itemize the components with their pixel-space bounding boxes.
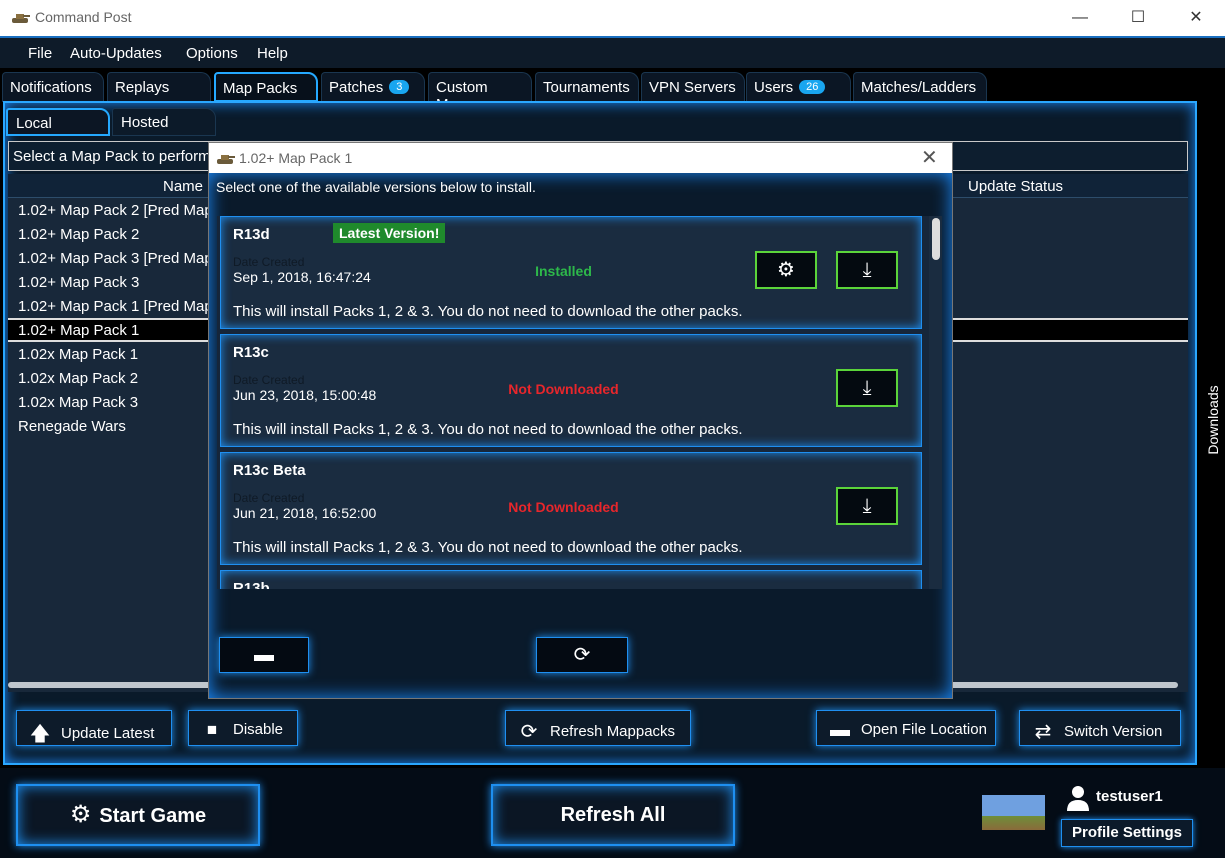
refresh-all-button[interactable]: Refresh All xyxy=(491,784,735,846)
version-card[interactable]: R13d Latest Version! Date Created Sep 1,… xyxy=(220,216,922,329)
gear-icon: ⚙ xyxy=(777,259,795,281)
maximize-button[interactable]: ☐ xyxy=(1108,0,1168,36)
close-button[interactable]: ✕ xyxy=(1166,0,1225,36)
switch-version-button[interactable]: ⇄ Switch Version xyxy=(1019,710,1181,746)
version-description: This will install Packs 1, 2 & 3. You do… xyxy=(233,539,743,556)
tab-notifications[interactable]: Notifications xyxy=(2,72,104,102)
switch-arrows-icon: ⇄ xyxy=(1034,721,1052,743)
version-name: R13c xyxy=(233,344,269,361)
download-icon: ⤓ xyxy=(862,377,872,399)
menu-bar: File Auto-Updates Options Help xyxy=(0,36,1225,68)
version-card[interactable]: R13c Beta Date Created Jun 21, 2018, 16:… xyxy=(220,452,922,565)
menu-options[interactable]: Options xyxy=(186,45,238,62)
version-name: R13c Beta xyxy=(233,462,306,479)
start-game-button[interactable]: ⚙ Start Game xyxy=(16,784,260,846)
version-card[interactable]: R13c Date Created Jun 23, 2018, 15:00:48… xyxy=(220,334,922,447)
tank-icon xyxy=(217,155,235,164)
version-dialog: 1.02+ Map Pack 1 ✕ Select one of the ava… xyxy=(208,142,953,699)
downloads-side-tab[interactable]: Downloads xyxy=(1198,370,1224,480)
menu-help[interactable]: Help xyxy=(257,45,288,62)
stop-icon: ⏹ xyxy=(207,719,217,741)
version-status: Installed xyxy=(535,263,592,279)
folder-icon: ▬ xyxy=(830,719,850,741)
date-created-label: Date Created xyxy=(233,491,305,505)
download-icon: ⤓ xyxy=(862,495,872,517)
version-date: Jun 23, 2018, 15:00:48 xyxy=(233,387,377,403)
patches-badge: 3 xyxy=(389,80,410,94)
folder-icon: ▬ xyxy=(254,644,274,666)
window-titlebar: Command Post — ☐ ✕ xyxy=(0,0,1225,36)
version-list: R13d Latest Version! Date Created Sep 1,… xyxy=(217,216,942,589)
tab-vpn-servers[interactable]: VPN Servers xyxy=(641,72,745,102)
version-date: Jun 21, 2018, 16:52:00 xyxy=(233,505,377,521)
users-badge: 26 xyxy=(799,80,826,94)
tab-replays[interactable]: Replays xyxy=(107,72,211,102)
arrow-up-icon: 🡅 xyxy=(29,723,51,745)
version-card[interactable]: R13b xyxy=(220,570,922,589)
download-icon: ⤓ xyxy=(862,259,872,281)
download-button[interactable]: ⤓ xyxy=(836,251,898,289)
version-description: This will install Packs 1, 2 & 3. You do… xyxy=(233,421,743,438)
dialog-close-button[interactable]: ✕ xyxy=(921,145,938,170)
refresh-mappacks-button[interactable]: ⟳ Refresh Mappacks xyxy=(505,710,691,746)
download-button[interactable]: ⤓ xyxy=(836,487,898,525)
tab-matches-ladders[interactable]: Matches/Ladders xyxy=(853,72,987,102)
download-button[interactable]: ⤓ xyxy=(836,369,898,407)
username: testuser1 xyxy=(1096,788,1163,805)
subtab-local[interactable]: Local xyxy=(6,108,110,136)
latest-version-badge: Latest Version! xyxy=(333,223,446,243)
version-name: R13d xyxy=(233,226,270,243)
scrollbar-thumb[interactable] xyxy=(932,218,940,260)
refresh-icon: ⟳ xyxy=(573,644,591,666)
menu-file[interactable]: File xyxy=(28,45,52,62)
dialog-instruction: Select one of the available versions bel… xyxy=(216,179,536,195)
column-status-header[interactable]: Update Status xyxy=(968,178,1063,195)
minimize-button[interactable]: — xyxy=(1050,0,1110,36)
start-game-icon: ⚙ xyxy=(69,801,92,828)
open-file-location-button[interactable]: ▬ Open File Location xyxy=(816,710,996,746)
configure-button[interactable]: ⚙ xyxy=(755,251,817,289)
disable-button[interactable]: ⏹ Disable xyxy=(188,710,298,746)
main-tabs: Notifications Replays Map Packs Patches 3… xyxy=(0,70,1225,113)
tank-icon xyxy=(12,14,30,23)
avatar xyxy=(982,795,1045,830)
tab-users[interactable]: Users 26 xyxy=(746,72,851,102)
update-latest-button[interactable]: 🡅 Update Latest xyxy=(16,710,172,746)
tab-map-packs[interactable]: Map Packs xyxy=(214,72,318,102)
user-icon xyxy=(1067,786,1089,811)
profile-settings-button[interactable]: Profile Settings xyxy=(1061,819,1193,847)
subtab-hosted[interactable]: Hosted xyxy=(112,108,216,136)
tab-custom-maps[interactable]: Custom Maps xyxy=(428,72,532,113)
version-name: R13b xyxy=(233,580,270,589)
tab-tournaments[interactable]: Tournaments xyxy=(535,72,639,102)
dialog-titlebar: 1.02+ Map Pack 1 ✕ xyxy=(209,143,952,173)
dialog-body: Select one of the available versions bel… xyxy=(209,173,952,698)
dialog-refresh-button[interactable]: ⟳ xyxy=(536,637,628,673)
version-status: Not Downloaded xyxy=(508,499,619,515)
open-folder-button[interactable]: ▬ xyxy=(219,637,309,673)
dialog-title: 1.02+ Map Pack 1 xyxy=(239,150,353,166)
version-status: Not Downloaded xyxy=(508,381,619,397)
vertical-scrollbar[interactable] xyxy=(929,216,942,589)
refresh-icon: ⟳ xyxy=(520,721,538,743)
window-title: Command Post xyxy=(35,9,132,25)
date-created-label: Date Created xyxy=(233,373,305,387)
menu-auto-updates[interactable]: Auto-Updates xyxy=(70,45,162,62)
date-created-label: Date Created xyxy=(233,255,305,269)
version-date: Sep 1, 2018, 16:47:24 xyxy=(233,269,371,285)
version-description: This will install Packs 1, 2 & 3. You do… xyxy=(233,303,743,320)
tab-patches[interactable]: Patches 3 xyxy=(321,72,425,102)
column-name-header[interactable]: Name xyxy=(163,178,203,195)
